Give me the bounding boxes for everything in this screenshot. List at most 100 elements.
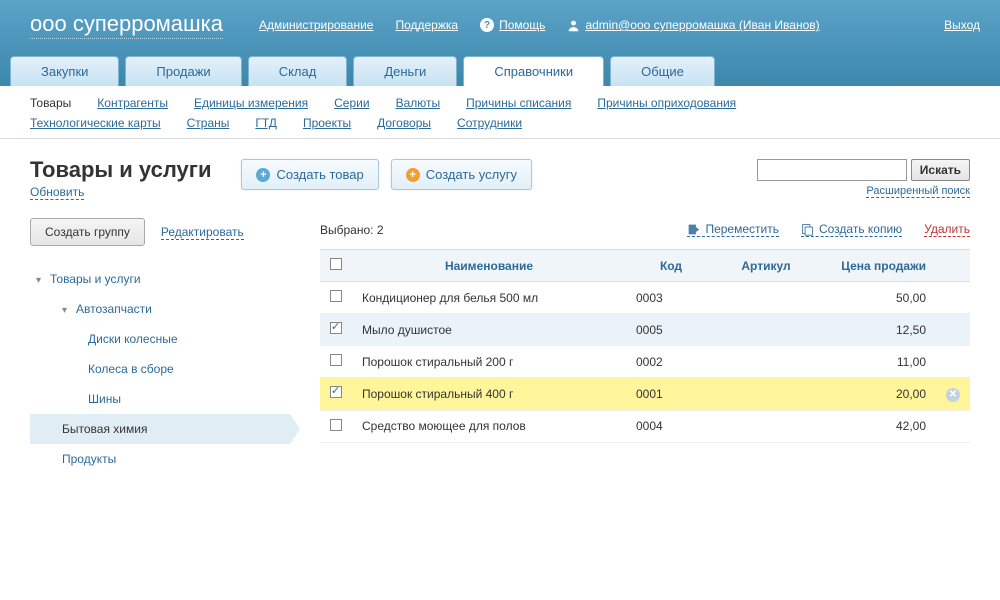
subnav-Валюты[interactable]: Валюты [396,96,441,110]
tree-item[interactable]: Продукты [30,444,290,474]
edit-link[interactable]: Редактировать [161,225,244,240]
tree-item[interactable]: Колеса в сборе [30,354,290,384]
tree-item-label: Колеса в сборе [88,362,174,376]
subnav-Технологические карты[interactable]: Технологические карты [30,116,161,130]
cell-code: 0005 [626,314,716,346]
tab-Продажи[interactable]: Продажи [125,56,241,86]
user-icon [567,19,580,32]
table-row[interactable]: Кондиционер для белья 500 мл000350,00 [320,282,970,314]
copy-label: Создать копию [819,222,902,236]
row-checkbox[interactable] [330,290,342,302]
cell-code: 0002 [626,346,716,378]
tree-item-label: Диски колесные [88,332,178,346]
cell-sku [716,314,816,346]
row-checkbox[interactable] [330,386,342,398]
move-label: Переместить [705,222,779,236]
subnav-Страны[interactable]: Страны [187,116,230,130]
table-row[interactable]: Порошок стиральный 400 г000120,00✕ [320,378,970,411]
tree-item[interactable]: ▾Товары и услуги [30,264,290,294]
subnav-Проекты[interactable]: Проекты [303,116,351,130]
subnav-Причины списания[interactable]: Причины списания [466,96,571,110]
tab-Склад[interactable]: Склад [248,56,348,86]
subnav-Контрагенты[interactable]: Контрагенты [97,96,168,110]
tab-Справочники[interactable]: Справочники [463,56,604,86]
subnav-Сотрудники[interactable]: Сотрудники [457,116,522,130]
chevron-down-icon[interactable]: ▾ [62,305,70,316]
page-title-wrap: Товары и услуги Обновить [30,157,211,200]
create-service-button[interactable]: + Создать услугу [391,159,532,190]
create-service-label: Создать услугу [426,167,517,182]
subnav-ГТД[interactable]: ГТД [255,116,277,130]
cell-name: Средство моющее для полов [352,410,626,442]
refresh-link[interactable]: Обновить [30,185,84,200]
page-title: Товары и услуги [30,157,211,183]
col-name[interactable]: Наименование [352,250,626,282]
main-tabs: ЗакупкиПродажиСкладДеньгиСправочникиОбщи… [0,50,1000,86]
tree-item[interactable]: Бытовая химия [30,414,290,444]
cell-price: 11,00 [816,346,936,378]
table-row[interactable]: Средство моющее для полов000442,00 [320,410,970,442]
tree-item[interactable]: ▾Автозапчасти [30,294,290,324]
help-icon: ? [480,18,494,32]
body: Создать группу Редактировать ▾Товары и у… [0,200,1000,504]
cell-name: Порошок стиральный 200 г [352,346,626,378]
row-checkbox[interactable] [330,354,342,366]
logout-link[interactable]: Выход [944,18,980,32]
subnav: Товары Контрагенты Единицы измерения Серии В… [0,86,1000,139]
admin-link[interactable]: Администрирование [259,18,373,32]
cell-sku [716,346,816,378]
plus-icon: + [256,168,270,182]
subnav-Причины оприходования[interactable]: Причины оприходования [597,96,736,110]
col-check[interactable] [320,250,352,282]
copy-action[interactable]: Создать копию [801,222,902,237]
help-link[interactable]: ? Помощь [480,18,545,32]
top-links: Администрирование Поддержка ? Помощь adm… [259,18,944,32]
cell-price: 50,00 [816,282,936,314]
tree-item[interactable]: Диски колесные [30,324,290,354]
advanced-search-link[interactable]: Расширенный поиск [866,185,970,198]
subnav-Товары[interactable]: Товары [30,96,71,110]
create-good-label: Создать товар [276,167,363,182]
plus-icon: + [406,168,420,182]
move-icon [687,223,700,236]
subnav-row-2: Технологические карты Страны ГТД Проекты Дог… [30,116,970,130]
table-row[interactable]: Мыло душистое000512,50 [320,314,970,346]
col-price[interactable]: Цена продажи [816,250,936,282]
subnav-Договоры[interactable]: Договоры [377,116,431,130]
chevron-down-icon[interactable]: ▾ [36,275,44,286]
search-button[interactable]: Искать [911,159,970,181]
cell-code: 0001 [626,378,716,411]
col-code[interactable]: Код [626,250,716,282]
create-good-button[interactable]: + Создать товар [241,159,378,190]
row-checkbox[interactable] [330,419,342,431]
delete-action[interactable]: Удалить [924,222,970,237]
col-actions [936,250,970,282]
delete-row-icon[interactable]: ✕ [946,388,960,402]
table-row[interactable]: Порошок стиральный 200 г0002 11,00 [320,346,970,378]
tab-Закупки[interactable]: Закупки [10,56,119,86]
support-link[interactable]: Поддержка [395,18,458,32]
col-sku[interactable]: Артикул [716,250,816,282]
checkbox-icon[interactable] [330,258,342,270]
tab-Общие[interactable]: Общие [610,56,715,86]
subnav-Единицы измерения[interactable]: Единицы измерения [194,96,308,110]
page-header: Товары и услуги Обновить + Создать товар… [0,139,1000,200]
cell-price: 20,00 [816,378,936,411]
move-action[interactable]: Переместить [687,222,779,237]
subnav-row-1: Товары Контрагенты Единицы измерения Серии В… [30,96,970,110]
cell-code: 0003 [626,282,716,314]
tree-item-label: Бытовая химия [62,422,147,436]
subnav-Серии[interactable]: Серии [334,96,369,110]
table-toolbar: Выбрано: 2 Переместить Создать копию Уда… [320,218,970,249]
tab-Деньги[interactable]: Деньги [353,56,457,86]
selected-count: Выбрано: 2 [320,223,384,237]
row-checkbox[interactable] [330,322,342,334]
tree-item-label: Шины [88,392,121,406]
search-input[interactable] [757,159,907,181]
cell-sku [716,378,816,411]
user-link[interactable]: admin@ооо суперромашка (Иван Иванов) [567,18,819,32]
create-group-button[interactable]: Создать группу [30,218,145,246]
brand[interactable]: ооо суперромашка [30,11,223,39]
tree-item[interactable]: Шины [30,384,290,414]
goods-table: Наименование Код Артикул Цена продажи Ко… [320,249,970,443]
